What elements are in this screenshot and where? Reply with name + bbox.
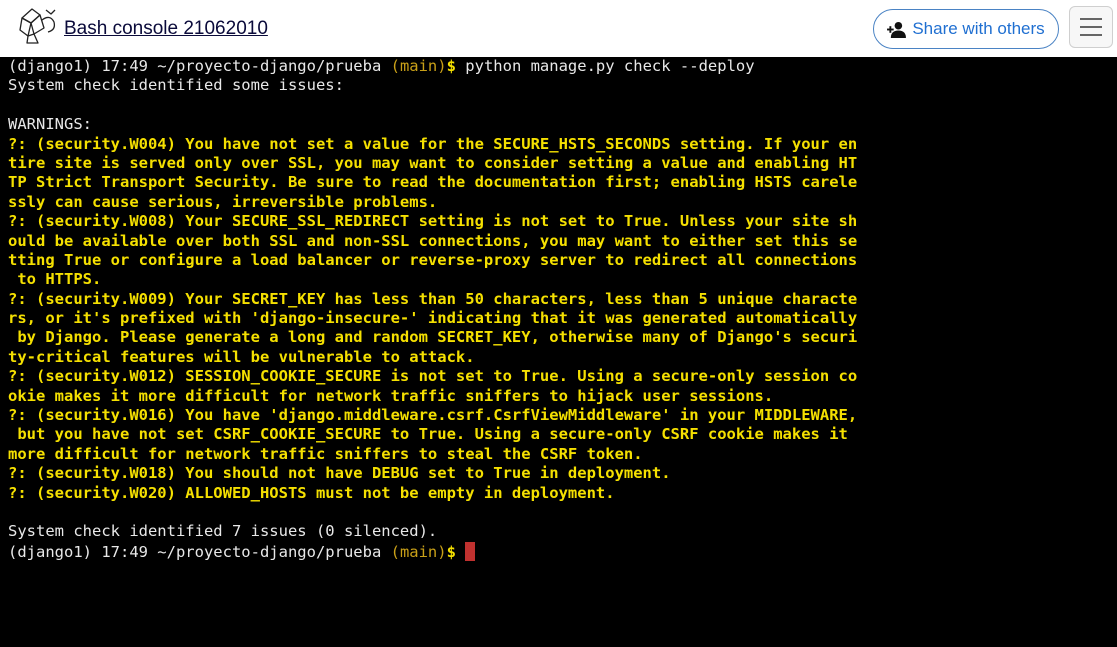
- warning-line: ould be available over both SSL and non-…: [8, 231, 858, 250]
- warning-line: TP Strict Transport Security. Be sure to…: [8, 173, 858, 192]
- warning-line: more difficult for network traffic sniff…: [8, 444, 643, 463]
- terminal-output[interactable]: (django1) 17:49 ~/proyecto-django/prueba…: [0, 57, 1117, 647]
- hamburger-menu-icon: [1080, 18, 1102, 20]
- output-line: System check identified some issues:: [8, 76, 344, 95]
- hamburger-menu-icon-bar: [1080, 26, 1102, 28]
- prompt-symbol: $: [446, 57, 466, 75]
- warning-line: tire site is served only over SSL, you m…: [8, 153, 858, 172]
- prompt-branch: (main): [390, 57, 447, 75]
- warning-line: ?: (security.W016) You have 'django.midd…: [8, 406, 858, 425]
- warning-line: ?: (security.W018) You should not have D…: [8, 464, 671, 483]
- warning-line: ?: (security.W008) Your SECURE_SSL_REDIR…: [8, 212, 858, 231]
- warning-line: ?: (security.W004) You have not set a va…: [8, 134, 858, 153]
- console-title[interactable]: Bash console 21062010: [64, 18, 268, 40]
- command-line: (django1) 17:49 ~/proyecto-django/prueba…: [8, 57, 1117, 76]
- pythonanywhere-logo-icon: [19, 8, 56, 44]
- warning-line: ?: (security.W009) Your SECRET_KEY has l…: [8, 289, 858, 308]
- hamburger-menu-button[interactable]: [1069, 6, 1113, 48]
- warning-line: tting True or configure a load balancer …: [8, 250, 858, 269]
- warning-line: by Django. Please generate a long and ra…: [8, 328, 858, 347]
- share-button-label: Share with others: [912, 19, 1045, 38]
- add-user-icon: [887, 21, 907, 38]
- warning-line: to HTTPS.: [8, 270, 102, 289]
- prompt-branch: (main): [390, 542, 447, 561]
- console-header: Bash console 21062010 Share with others: [0, 0, 1117, 57]
- warning-line: ssly can cause serious, irreversible pro…: [8, 192, 438, 211]
- warning-line: but you have not set CSRF_COOKIE_SECURE …: [8, 425, 848, 444]
- warning-line: okie makes it more difficult for network…: [8, 386, 774, 405]
- command-text: python manage.py check --deploy: [465, 57, 755, 75]
- warning-line: rs, or it's prefixed with 'django-insecu…: [8, 309, 858, 328]
- warnings-header: WARNINGS:: [8, 115, 92, 134]
- summary-line: System check identified 7 issues (0 sile…: [8, 522, 438, 541]
- prompt-symbol: $: [446, 542, 466, 561]
- warning-line: ?: (security.W020) ALLOWED_HOSTS must no…: [8, 483, 615, 502]
- hamburger-menu-icon-bar: [1080, 34, 1102, 36]
- terminal-cursor: [465, 541, 476, 561]
- prompt-env-path: (django1) 17:49 ~/proyecto-django/prueba: [8, 57, 391, 75]
- current-prompt-line[interactable]: (django1) 17:49 ~/proyecto-django/prueba…: [8, 541, 1117, 561]
- prompt-env-path: (django1) 17:49 ~/proyecto-django/prueba: [8, 542, 391, 561]
- share-with-others-button[interactable]: Share with others: [873, 9, 1059, 49]
- warning-line: ty-critical features will be vulnerable …: [8, 347, 475, 366]
- warning-line: ?: (security.W012) SESSION_COOKIE_SECURE…: [8, 367, 858, 386]
